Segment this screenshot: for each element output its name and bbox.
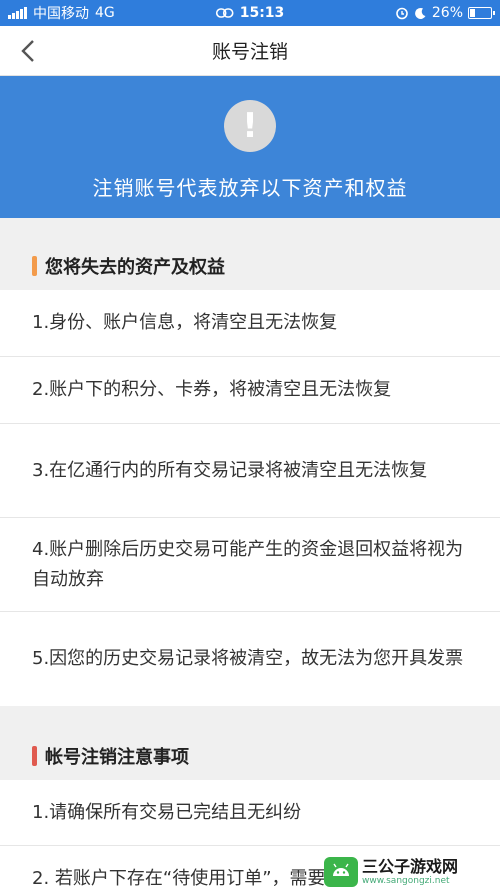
watermark-text: 三公子游戏网 www.sangongzi.net [362,856,459,886]
warning-banner: ! 注销账号代表放弃以下资产和权益 [0,76,500,218]
page-title: 账号注销 [211,41,288,63]
list-item: 2.账户下的积分、卡券，将被清空且无法恢复 [0,357,500,424]
signal-icon [8,7,27,19]
banner-text: 注销账号代表放弃以下资产和权益 [92,176,408,200]
watermark: 三公子游戏网 www.sangongzi.net [324,855,494,889]
watermark-sub: www.sangongzi.net [362,875,450,886]
section-header-assets: 您将失去的资产及权益 [0,218,500,290]
section-header-notes: 帐号注销注意事项 [0,706,500,780]
section-title: 您将失去的资产及权益 [45,257,225,278]
alarm-icon [396,7,408,20]
status-center: 15:13 [215,5,285,21]
network-label: 4G [95,5,115,21]
status-left: 中国移动 4G [8,3,115,23]
exclamation-icon: ! [224,100,276,152]
list-item: 5.因您的历史交易记录将被清空，故无法为您开具发票 [32,648,464,669]
section-title: 帐号注销注意事项 [45,747,189,768]
carrier-label: 中国移动 [33,6,89,22]
battery-percent: 26% [431,5,463,21]
list-item: 1.请确保所有交易已完结且无纠纷 [0,780,500,846]
list-item: 1.身份、账户信息，将清空且无法恢复 [0,290,500,357]
moon-icon [414,7,426,19]
status-bar: 中国移动 4G 15:13 26% [0,0,500,26]
status-right: 26% [395,5,495,21]
link-icon [215,8,234,18]
list-item: 4.账户删除后历史交易可能产生的资金退回权益将视为自动放弃 [0,518,500,612]
assets-list: 1.身份、账户信息，将清空且无法恢复 2.账户下的积分、卡券，将被清空且无法恢复… [0,290,500,706]
section-accent [32,256,37,276]
clock: 15:13 [239,5,285,21]
list-item: 3.在亿通行内的所有交易记录将被清空且无法恢复 [0,424,500,518]
watermark-main: 三公子游戏网 [362,856,459,876]
android-logo-icon [324,857,358,887]
nav-bar: 账号注销 [0,26,500,76]
chevron-left-icon [21,40,34,62]
back-button[interactable] [14,37,42,65]
battery-icon [468,7,495,19]
section-accent [32,746,37,766]
